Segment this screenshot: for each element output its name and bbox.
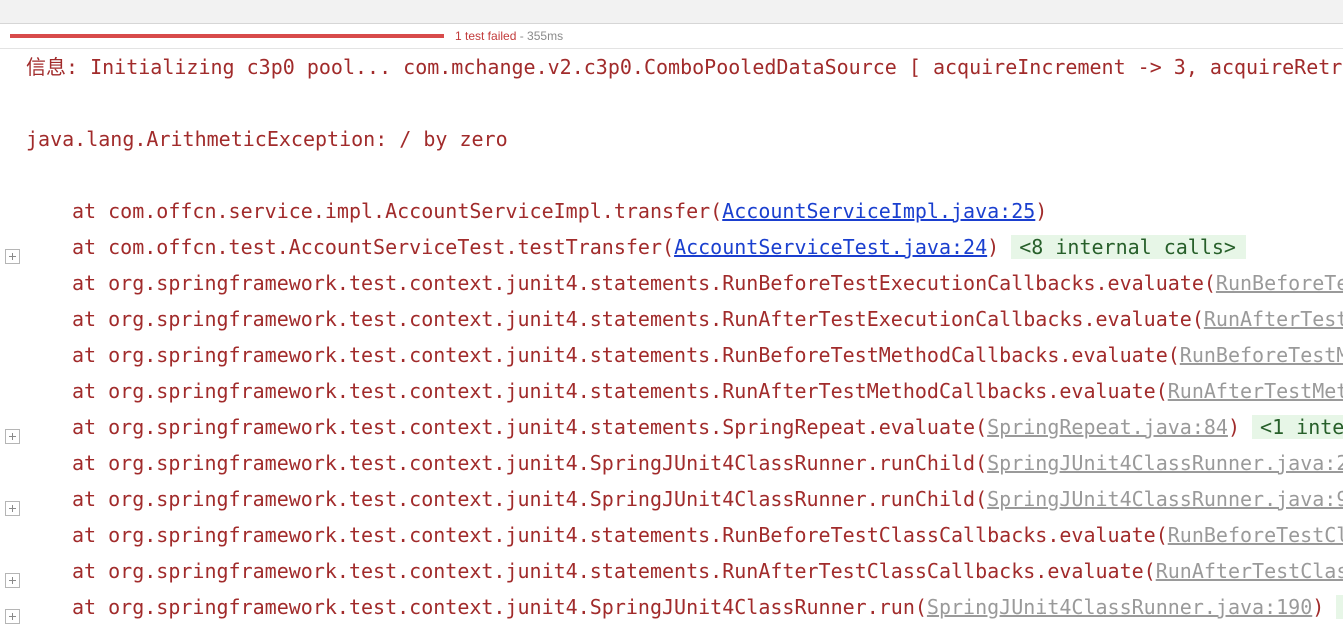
source-file-link[interactable]: RunBeforeTestCl <box>1168 523 1343 547</box>
console-output[interactable]: 信息: Initializing c3p0 pool... com.mchang… <box>0 49 1343 624</box>
stack-frame-close-paren: ) <box>1035 199 1048 223</box>
stack-frame-method: at org.springframework.test.context.juni… <box>72 343 1180 367</box>
stack-frame-line: at org.springframework.test.context.juni… <box>0 409 1343 445</box>
stack-frame-line: at org.springframework.test.context.juni… <box>0 373 1343 409</box>
stack-frame-line: at com.offcn.service.impl.AccountService… <box>0 193 1343 229</box>
console-info-line: 信息: Initializing c3p0 pool... com.mchang… <box>0 49 1343 85</box>
source-file-link[interactable]: SpringRepeat.java:84 <box>987 415 1228 439</box>
stack-frame-line: at org.springframework.test.context.juni… <box>0 445 1343 481</box>
internal-calls-badge[interactable]: < <box>1336 595 1343 619</box>
stack-frame-method: at com.offcn.service.impl.AccountService… <box>72 199 723 223</box>
stack-frame-method: at org.springframework.test.context.juni… <box>72 559 1156 583</box>
stack-frame-method: at org.springframework.test.context.juni… <box>72 415 988 439</box>
stack-frame-line: at org.springframework.test.context.juni… <box>0 301 1343 337</box>
stack-frame-line: at org.springframework.test.context.juni… <box>0 265 1343 301</box>
stack-frame-line: at org.springframework.test.context.juni… <box>0 481 1343 517</box>
info-text: 信息: Initializing c3p0 pool... com.mchang… <box>26 55 1343 79</box>
source-file-link[interactable]: SpringJUnit4ClassRunner.java:2 <box>987 451 1343 475</box>
source-file-link[interactable]: RunAfterTestClas <box>1156 559 1343 583</box>
exception-text: java.lang.ArithmeticException: / by zero <box>26 127 508 151</box>
test-progress-fill <box>10 34 444 38</box>
source-file-link[interactable]: RunAfterTestMet <box>1168 379 1343 403</box>
plus-square-icon[interactable] <box>5 599 20 624</box>
stack-frame-method: at org.springframework.test.context.juni… <box>72 595 927 619</box>
status-separator: - <box>516 29 528 43</box>
source-file-link[interactable]: AccountServiceImpl.java:25 <box>722 199 1035 223</box>
stack-frame-line: at org.springframework.test.context.juni… <box>0 337 1343 373</box>
test-status-text: 1 test failed - 355ms <box>455 28 563 44</box>
stack-frame-line: at org.springframework.test.context.juni… <box>0 517 1343 553</box>
plus-square-icon[interactable] <box>5 419 20 444</box>
source-file-link[interactable]: RunAfterTest <box>1204 307 1343 331</box>
stack-frame-method: at org.springframework.test.context.juni… <box>72 379 1168 403</box>
plus-square-icon[interactable] <box>5 491 20 516</box>
stack-frame-line: at com.offcn.test.AccountServiceTest.tes… <box>0 229 1343 265</box>
stack-frame-close-paren: ) <box>1312 595 1325 619</box>
window-top-strip <box>0 0 1343 24</box>
stack-frame-close-paren: ) <box>1227 415 1240 439</box>
test-duration: 355ms <box>527 29 564 43</box>
stack-frame-method: at org.springframework.test.context.juni… <box>72 523 1168 547</box>
stack-frame-close-paren: ) <box>987 235 1000 259</box>
source-file-link[interactable]: RunBeforeTe <box>1216 271 1343 295</box>
stack-frame-method: at org.springframework.test.context.juni… <box>72 271 1216 295</box>
plus-square-icon[interactable] <box>5 239 20 264</box>
source-file-link[interactable]: AccountServiceTest.java:24 <box>674 235 987 259</box>
stack-frame-line: at org.springframework.test.context.juni… <box>0 589 1343 624</box>
source-file-link[interactable]: SpringJUnit4ClassRunner.java:190 <box>927 595 1312 619</box>
source-file-link[interactable]: SpringJUnit4ClassRunner.java:9 <box>987 487 1343 511</box>
failed-count-label: 1 test failed <box>455 29 517 43</box>
stack-frame-method: at org.springframework.test.context.juni… <box>72 307 1204 331</box>
test-progress-bar <box>10 34 444 38</box>
test-status-bar: 1 test failed - 355ms <box>0 24 1343 49</box>
internal-calls-badge[interactable]: <8 internal calls> <box>1011 235 1246 259</box>
internal-calls-badge[interactable]: <1 inte <box>1252 415 1343 439</box>
stack-frame-line: at org.springframework.test.context.juni… <box>0 553 1343 589</box>
plus-square-icon[interactable] <box>5 563 20 588</box>
stack-frame-method: at com.offcn.test.AccountServiceTest.tes… <box>72 235 675 259</box>
source-file-link[interactable]: RunBeforeTestM <box>1180 343 1343 367</box>
stack-frame-method: at org.springframework.test.context.juni… <box>72 451 988 475</box>
stack-frame-method: at org.springframework.test.context.juni… <box>72 487 988 511</box>
exception-line: java.lang.ArithmeticException: / by zero <box>0 121 1343 157</box>
